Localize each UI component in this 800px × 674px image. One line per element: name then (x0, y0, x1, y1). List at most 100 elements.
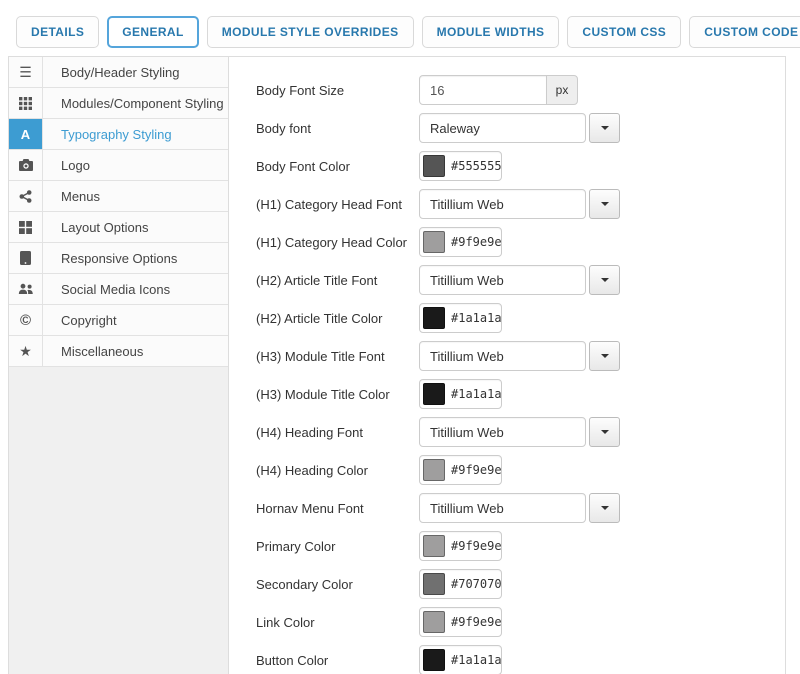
select-value: Titillium Web (430, 425, 504, 440)
color-hex-value: #1a1a1a (451, 653, 502, 667)
tab-custom-css[interactable]: CUSTOM CSS (567, 16, 681, 48)
h2-article-title-color-field[interactable]: #1a1a1a (419, 303, 502, 333)
form-row-h2-article-title-color: (H2) Article Title Color#1a1a1a (229, 299, 785, 337)
caret-down-icon (601, 126, 609, 130)
color-swatch (423, 383, 445, 405)
color-swatch (423, 573, 445, 595)
field-control: #9f9e9e (419, 455, 502, 485)
field-label: Button Color (256, 653, 419, 668)
tab-module-widths[interactable]: MODULE WIDTHS (422, 16, 560, 48)
sidebar-item-body-header-styling[interactable]: ☰Body/Header Styling (9, 57, 228, 88)
hornav-menu-font-select[interactable]: Titillium Web (419, 493, 586, 523)
secondary-color-field[interactable]: #707070 (419, 569, 502, 599)
h4-heading-color-field[interactable]: #9f9e9e (419, 455, 502, 485)
link-color-field[interactable]: #9f9e9e (419, 607, 502, 637)
select-caret-button[interactable] (589, 113, 620, 143)
field-control: #9f9e9e (419, 531, 502, 561)
caret-down-icon (601, 202, 609, 206)
color-swatch (423, 459, 445, 481)
field-label: (H1) Category Head Color (256, 235, 419, 250)
color-swatch (423, 155, 445, 177)
star-icon: ★ (9, 336, 43, 366)
sidebar-item-modules-component-styling[interactable]: Modules/Component Styling (9, 88, 228, 119)
color-swatch (423, 649, 445, 671)
h2-article-title-font-select[interactable]: Titillium Web (419, 265, 586, 295)
color-hex-value: #1a1a1a (451, 311, 502, 325)
field-label: Secondary Color (256, 577, 419, 592)
h1-category-head-color-field[interactable]: #9f9e9e (419, 227, 502, 257)
color-swatch (423, 307, 445, 329)
form-row-h1-category-head-font: (H1) Category Head Font Titillium Web (229, 185, 785, 223)
color-hex-value: #1a1a1a (451, 387, 502, 401)
select-value: Titillium Web (430, 273, 504, 288)
form-row-primary-color: Primary Color#9f9e9e (229, 527, 785, 565)
select-caret-button[interactable] (589, 341, 620, 371)
primary-color-field[interactable]: #9f9e9e (419, 531, 502, 561)
body-font-select[interactable]: Raleway (419, 113, 586, 143)
form-row-hornav-menu-font: Hornav Menu FontTitillium Web (229, 489, 785, 527)
field-label: (H4) Heading Color (256, 463, 419, 478)
tab-label: CUSTOM CODE (704, 25, 798, 39)
form-row-body-font: Body fontRaleway (229, 109, 785, 147)
form-row-h3-module-title-font: (H3) Module Title FontTitillium Web (229, 337, 785, 375)
field-control: #1a1a1a (419, 303, 502, 333)
tab-bar: DETAILS GENERAL MODULE STYLE OVERRIDES MODU… (16, 16, 800, 48)
field-label: Body Font Color (256, 159, 419, 174)
color-swatch (423, 535, 445, 557)
sidebar-item-layout-options[interactable]: Layout Options (9, 212, 228, 243)
tab-general[interactable]: GENERAL (107, 16, 198, 48)
select-caret-button[interactable] (589, 493, 620, 523)
tab-label: MODULE STYLE OVERRIDES (222, 25, 399, 39)
camera-icon (9, 150, 43, 180)
template-settings-page: DETAILS GENERAL MODULE STYLE OVERRIDES MODU… (0, 0, 800, 674)
field-label: (H1) Category Head Font (256, 197, 419, 212)
field-control: #1a1a1a (419, 379, 502, 409)
field-control: #707070 (419, 569, 502, 599)
sidebar-item-menus[interactable]: Menus (9, 181, 228, 212)
h4-heading-font-select[interactable]: Titillium Web (419, 417, 586, 447)
unit-addon: px (546, 75, 578, 105)
sidebar-item-logo[interactable]: Logo (9, 150, 228, 181)
select-caret-button[interactable] (589, 189, 620, 219)
field-label: (H4) Heading Font (256, 425, 419, 440)
typography-a-icon: A (9, 119, 43, 149)
sidebar-item-copyright[interactable]: ©Copyright (9, 305, 228, 336)
tab-custom-code[interactable]: CUSTOM CODE (689, 16, 800, 48)
sidebar-item-responsive-options[interactable]: Responsive Options (9, 243, 228, 274)
field-label: Body Font Size (256, 83, 419, 98)
sidebar-item-label: Social Media Icons (43, 274, 170, 304)
h1-category-head-font-select[interactable]: Titillium Web (419, 189, 586, 219)
select-value: Titillium Web (430, 501, 504, 516)
sidebar-item-social-media-icons[interactable]: Social Media Icons (9, 274, 228, 305)
copyright-icon: © (9, 305, 43, 335)
tab-label: DETAILS (31, 25, 84, 39)
tab-module-style-overrides[interactable]: MODULE STYLE OVERRIDES (207, 16, 414, 48)
h3-module-title-font-select[interactable]: Titillium Web (419, 341, 586, 371)
select-value: Raleway (430, 121, 480, 136)
field-label: Link Color (256, 615, 419, 630)
select-value: Titillium Web (430, 197, 504, 212)
caret-down-icon (601, 506, 609, 510)
color-hex-value: #9f9e9e (451, 235, 502, 249)
select-caret-button[interactable] (589, 265, 620, 295)
sidebar-item-label: Modules/Component Styling (43, 88, 224, 118)
grid-large-icon (9, 212, 43, 242)
form-row-secondary-color: Secondary Color#707070 (229, 565, 785, 603)
field-label: (H3) Module Title Font (256, 349, 419, 364)
sidebar-item-typography-styling[interactable]: ATypography Styling (9, 119, 228, 150)
h3-module-title-color-field[interactable]: #1a1a1a (419, 379, 502, 409)
tablet-icon (9, 243, 43, 273)
list-icon: ☰ (9, 57, 43, 87)
field-control: Titillium Web (419, 341, 620, 371)
sidebar-item-label: Logo (43, 150, 90, 180)
body-font-color-field[interactable]: #555555 (419, 151, 502, 181)
form-row-h2-article-title-font: (H2) Article Title FontTitillium Web (229, 261, 785, 299)
settings-panel: ☰Body/Header StylingModules/Component St… (8, 56, 786, 674)
select-caret-button[interactable] (589, 417, 620, 447)
button-color-field[interactable]: #1a1a1a (419, 645, 502, 674)
tab-details[interactable]: DETAILS (16, 16, 99, 48)
sidebar-item-label: Typography Styling (43, 119, 172, 149)
body-font-size-input[interactable] (419, 75, 547, 105)
sidebar-item-miscellaneous[interactable]: ★Miscellaneous (9, 336, 228, 367)
tab-label: GENERAL (122, 25, 183, 39)
